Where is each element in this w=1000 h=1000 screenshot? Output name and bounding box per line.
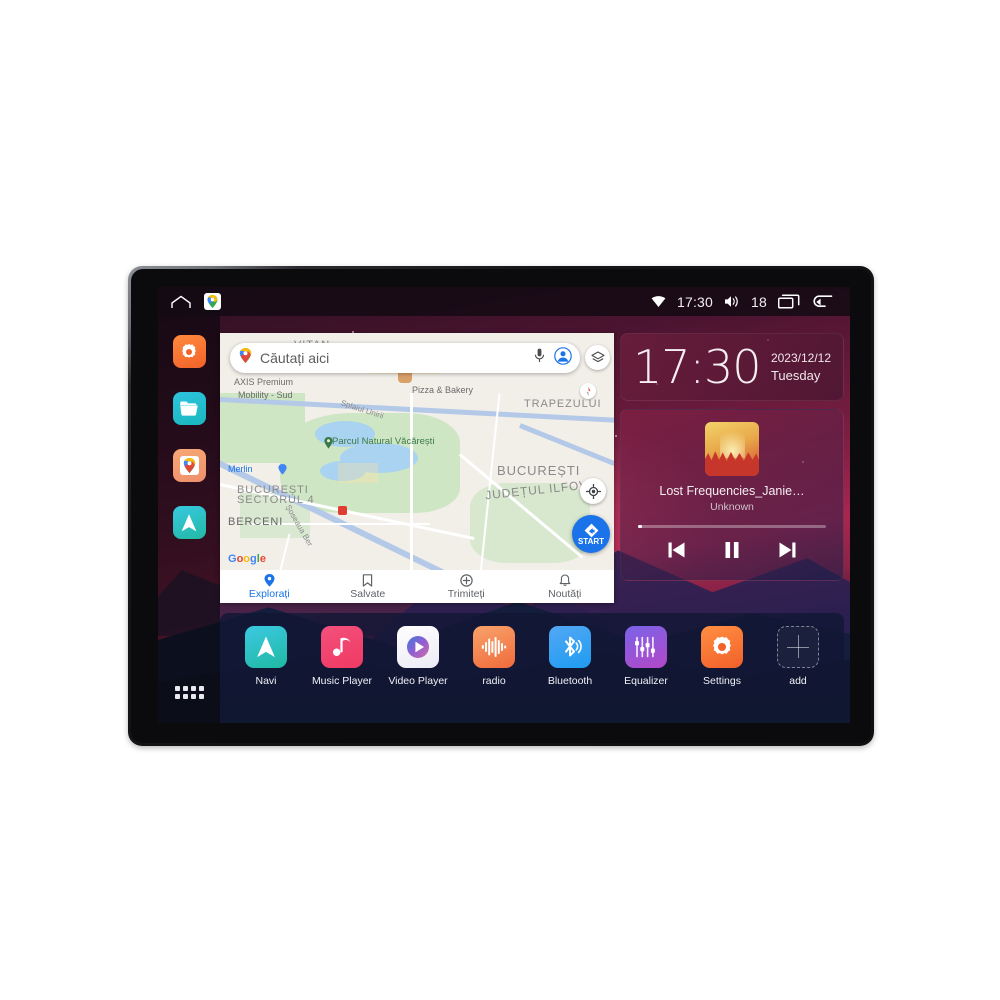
- dock-app-label: Navi: [255, 674, 277, 687]
- clock-widget[interactable]: 17:30 2023/12/12 Tuesday: [620, 333, 844, 401]
- map-compass-icon[interactable]: [580, 383, 596, 399]
- map-label: BERCENI: [228, 516, 284, 528]
- dock-app-label: Settings: [703, 674, 741, 687]
- navigation-arrow-icon[interactable]: [245, 625, 287, 668]
- google-maps-card[interactable]: VITAN AXIS Premium Mobility - Sud Pizza …: [220, 333, 614, 603]
- map-start-navigation-button[interactable]: START: [572, 515, 610, 553]
- head-unit-device-frame: 17:30 18 AXIS Premium Mobility - Sud Piz…: [128, 266, 874, 746]
- previous-track-icon[interactable]: [667, 541, 686, 564]
- dock-app-music-player[interactable]: Music Player: [309, 625, 375, 687]
- music-progress-bar[interactable]: [637, 525, 827, 528]
- map-search-bar[interactable]: Căutați aici: [230, 343, 580, 373]
- map-label: AXIS Premium: [234, 377, 294, 387]
- map-nav-label: Salvate: [350, 587, 386, 600]
- wifi-icon: [651, 295, 666, 308]
- map-label: Parcul Natural Văcărești: [332, 436, 435, 447]
- radio-waveform-icon[interactable]: [473, 625, 515, 668]
- map-label: Merlin: [228, 464, 253, 474]
- device-screen: 17:30 18 AXIS Premium Mobility - Sud Piz…: [158, 287, 850, 723]
- google-maps-pin-icon: [239, 348, 252, 368]
- album-art: [705, 422, 759, 476]
- app-drawer-grid-icon[interactable]: [174, 686, 204, 699]
- dock-app-equalizer[interactable]: Equalizer: [613, 625, 679, 687]
- status-bar: 17:30 18: [158, 287, 850, 316]
- map-layers-button[interactable]: [585, 345, 610, 370]
- dock-app-label: Equalizer: [624, 674, 668, 687]
- dock-app-radio[interactable]: radio: [461, 625, 527, 687]
- music-widget[interactable]: Lost Frequencies_Janie… Unknown: [620, 409, 844, 581]
- bluetooth-icon[interactable]: [549, 625, 591, 668]
- account-avatar-icon[interactable]: [554, 346, 572, 370]
- map-nav-label: Trimiteți: [447, 587, 485, 600]
- add-placeholder-icon[interactable]: [777, 625, 819, 668]
- dock-app-label: Bluetooth: [547, 674, 593, 687]
- google-watermark: Google: [228, 553, 266, 565]
- poi-pin-parc[interactable]: [324, 436, 333, 454]
- map-nav-trimiteti[interactable]: Trimiteți: [417, 573, 516, 600]
- play-circle-icon[interactable]: [397, 625, 439, 668]
- status-time: 17:30: [676, 293, 714, 310]
- music-title: Lost Frequencies_Janie…: [659, 484, 805, 498]
- map-label: SECTORUL 4: [237, 494, 315, 506]
- back-icon[interactable]: [811, 294, 833, 310]
- map-nav-label: Noutăți: [548, 587, 582, 600]
- map-nav-noutati[interactable]: Noutăți: [516, 573, 615, 600]
- dock-app-add[interactable]: add: [765, 625, 831, 687]
- map-bottom-nav: Explorați Salvate Trimiteți Noutăți: [220, 570, 614, 603]
- volume-icon[interactable]: [724, 295, 740, 308]
- clock-date: 2023/12/12: [770, 351, 831, 365]
- map-canvas[interactable]: VITAN AXIS Premium Mobility - Sud Pizza …: [220, 333, 614, 603]
- microphone-icon[interactable]: [534, 348, 545, 368]
- dock-app-label: Music Player: [311, 674, 373, 687]
- recents-icon[interactable]: [778, 294, 800, 309]
- poi-marker-red[interactable]: [338, 506, 347, 515]
- rail-item-settings[interactable]: [172, 335, 206, 368]
- rail-item-google-maps[interactable]: [172, 449, 206, 482]
- map-nav-label: Explorați: [248, 587, 290, 600]
- dock-app-label: add: [789, 674, 807, 687]
- home-icon[interactable]: [171, 295, 191, 309]
- clock-time: 17:30: [633, 340, 762, 394]
- dock-app-navi[interactable]: Navi: [233, 625, 299, 687]
- map-label: Mobility - Sud: [238, 390, 293, 400]
- start-button-label: START: [577, 536, 605, 546]
- dock-app-label: Video Player: [388, 674, 448, 687]
- clock-weekday: Tuesday: [770, 368, 821, 383]
- map-nav-explorati[interactable]: Explorați: [220, 573, 319, 600]
- dock-app-video-player[interactable]: Video Player: [385, 625, 451, 687]
- poi-pin-merlin[interactable]: [278, 462, 287, 480]
- gear-icon[interactable]: [701, 625, 743, 668]
- map-label: BUCUREȘTI: [497, 463, 581, 478]
- rail-item-navi[interactable]: [172, 506, 206, 539]
- map-nav-salvate[interactable]: Salvate: [319, 573, 418, 600]
- dock-app-settings[interactable]: Settings: [689, 625, 755, 687]
- device-bezel: 17:30 18 AXIS Premium Mobility - Sud Piz…: [131, 269, 871, 743]
- app-dock: Navi Music Player Video Player radio Blu…: [220, 613, 844, 699]
- dock-app-label: radio: [482, 674, 506, 687]
- pause-icon[interactable]: [724, 541, 740, 564]
- music-artist: Unknown: [710, 501, 754, 513]
- map-search-input[interactable]: Căutați aici: [260, 350, 534, 366]
- google-maps-notification-icon[interactable]: [204, 293, 221, 310]
- next-track-icon[interactable]: [778, 541, 797, 564]
- map-my-location-button[interactable]: [580, 478, 606, 504]
- map-label: Pizza & Bakery: [412, 385, 474, 395]
- rail-item-file-manager[interactable]: [172, 392, 206, 425]
- dock-app-bluetooth[interactable]: Bluetooth: [537, 625, 603, 687]
- left-app-rail: [158, 316, 220, 723]
- equalizer-sliders-icon[interactable]: [625, 625, 667, 668]
- music-note-icon[interactable]: [321, 625, 363, 668]
- map-label: TRAPEZULUI: [524, 398, 602, 410]
- volume-level: 18: [751, 293, 767, 310]
